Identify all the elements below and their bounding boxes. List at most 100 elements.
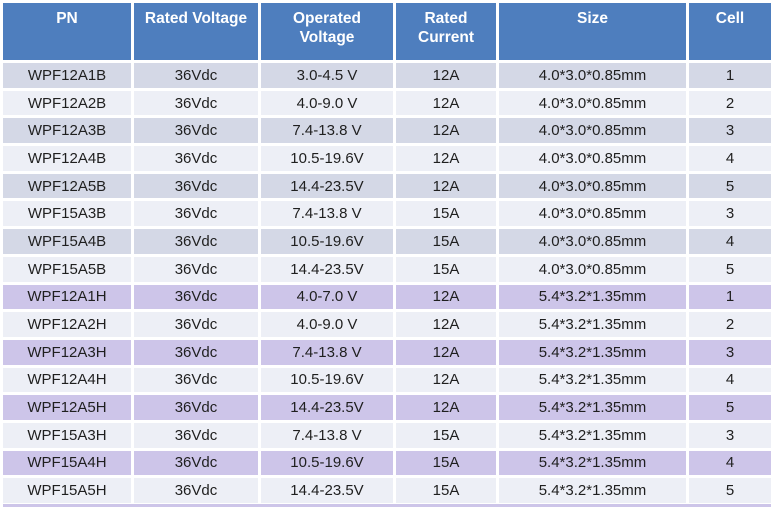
cell-rated-current: 12A [396, 284, 496, 310]
cell-cell: 5 [689, 173, 771, 199]
cell-rated-current: 12A [396, 395, 496, 420]
cell-rated-voltage: 36Vdc [134, 422, 258, 448]
datasheet-page: PN Rated Voltage Operated Voltage Rated … [0, 0, 774, 507]
cell-cell: 5 [689, 256, 771, 282]
column-header-cell: Cell [689, 3, 771, 60]
cell-operated-voltage: 7.4-13.8 V [261, 118, 393, 144]
cell-cell: 5 [689, 395, 771, 420]
table-row: WPF15A3H 36Vdc 7.4-13.8 V 15A 5.4*3.2*1.… [3, 422, 771, 448]
cell-pn: WPF15A5B [3, 256, 131, 282]
cell-size: 4.0*3.0*0.85mm [499, 146, 686, 171]
cell-pn: WPF12A3B [3, 118, 131, 144]
cell-pn: WPF15A4H [3, 450, 131, 476]
column-header-size: Size [499, 3, 686, 60]
cell-rated-voltage: 36Vdc [134, 146, 258, 171]
table-row: WPF12A4B 36Vdc 10.5-19.6V 12A 4.0*3.0*0.… [3, 146, 771, 171]
cell-rated-current: 12A [396, 90, 496, 116]
cell-cell: 3 [689, 201, 771, 227]
table-row: WPF12A3H 36Vdc 7.4-13.8 V 12A 5.4*3.2*1.… [3, 339, 771, 365]
cell-cell: 3 [689, 422, 771, 448]
cell-size: 4.0*3.0*0.85mm [499, 63, 686, 88]
cell-rated-current: 12A [396, 173, 496, 199]
column-header-operated-voltage: Operated Voltage [261, 3, 393, 60]
cell-pn: WPF12A2H [3, 312, 131, 337]
table-row: WPF12A5B 36Vdc 14.4-23.5V 12A 4.0*3.0*0.… [3, 173, 771, 199]
cell-operated-voltage: 7.4-13.8 V [261, 422, 393, 448]
cell-pn: WPF15A5H [3, 478, 131, 503]
cell-rated-current: 15A [396, 229, 496, 254]
cell-rated-current: 15A [396, 201, 496, 227]
cell-operated-voltage: 14.4-23.5V [261, 395, 393, 420]
cell-cell: 4 [689, 367, 771, 393]
cell-rated-voltage: 36Vdc [134, 395, 258, 420]
table-row: WPF12A3B 36Vdc 7.4-13.8 V 12A 4.0*3.0*0.… [3, 118, 771, 144]
table-row: WPF12A5H 36Vdc 14.4-23.5V 12A 5.4*3.2*1.… [3, 395, 771, 420]
cell-rated-current: 12A [396, 118, 496, 144]
cell-operated-voltage: 4.0-9.0 V [261, 312, 393, 337]
cell-size: 4.0*3.0*0.85mm [499, 173, 686, 199]
cell-operated-voltage: 10.5-19.6V [261, 146, 393, 171]
cell-rated-current: 15A [396, 256, 496, 282]
cell-cell: 2 [689, 90, 771, 116]
cell-rated-voltage: 36Vdc [134, 339, 258, 365]
cell-rated-voltage: 36Vdc [134, 118, 258, 144]
cell-operated-voltage: 4.0-7.0 V [261, 284, 393, 310]
cell-rated-voltage: 36Vdc [134, 229, 258, 254]
table-header-row: PN Rated Voltage Operated Voltage Rated … [3, 3, 771, 60]
cell-pn: WPF12A2B [3, 90, 131, 116]
cell-operated-voltage: 10.5-19.6V [261, 367, 393, 393]
cell-rated-voltage: 36Vdc [134, 450, 258, 476]
cell-pn: WPF12A5H [3, 395, 131, 420]
cell-rated-voltage: 36Vdc [134, 201, 258, 227]
cell-operated-voltage: 7.4-13.8 V [261, 201, 393, 227]
cell-rated-voltage: 36Vdc [134, 256, 258, 282]
column-header-pn: PN [3, 3, 131, 60]
cell-pn: WPF12A5B [3, 173, 131, 199]
cell-size: 5.4*3.2*1.35mm [499, 367, 686, 393]
cell-rated-voltage: 36Vdc [134, 284, 258, 310]
table-row: WPF12A1B 36Vdc 3.0-4.5 V 12A 4.0*3.0*0.8… [3, 63, 771, 88]
cell-size: 5.4*3.2*1.35mm [499, 395, 686, 420]
cell-size: 5.4*3.2*1.35mm [499, 450, 686, 476]
table-row: WPF15A4H 36Vdc 10.5-19.6V 15A 5.4*3.2*1.… [3, 450, 771, 476]
column-header-rated-voltage: Rated Voltage [134, 3, 258, 60]
cell-cell: 4 [689, 450, 771, 476]
table-row: WPF12A2B 36Vdc 4.0-9.0 V 12A 4.0*3.0*0.8… [3, 90, 771, 116]
cell-operated-voltage: 14.4-23.5V [261, 256, 393, 282]
cell-rated-current: 12A [396, 312, 496, 337]
cell-operated-voltage: 3.0-4.5 V [261, 63, 393, 88]
cell-operated-voltage: 14.4-23.5V [261, 173, 393, 199]
table-row: WPF15A5B 36Vdc 14.4-23.5V 15A 4.0*3.0*0.… [3, 256, 771, 282]
cell-pn: WPF15A4B [3, 229, 131, 254]
table-row: WPF15A4B 36Vdc 10.5-19.6V 15A 4.0*3.0*0.… [3, 229, 771, 254]
cell-rated-current: 12A [396, 339, 496, 365]
cell-operated-voltage: 7.4-13.8 V [261, 339, 393, 365]
cell-size: 4.0*3.0*0.85mm [499, 118, 686, 144]
cell-pn: WPF12A3H [3, 339, 131, 365]
cell-rated-current: 12A [396, 146, 496, 171]
cell-rated-current: 15A [396, 450, 496, 476]
table-row: WPF12A4H 36Vdc 10.5-19.6V 12A 5.4*3.2*1.… [3, 367, 771, 393]
cell-size: 5.4*3.2*1.35mm [499, 312, 686, 337]
table-body: WPF12A1B 36Vdc 3.0-4.5 V 12A 4.0*3.0*0.8… [3, 63, 771, 503]
cell-cell: 4 [689, 146, 771, 171]
cell-rated-voltage: 36Vdc [134, 478, 258, 503]
cell-size: 5.4*3.2*1.35mm [499, 284, 686, 310]
cell-rated-voltage: 36Vdc [134, 90, 258, 116]
cell-rated-voltage: 36Vdc [134, 312, 258, 337]
cell-size: 4.0*3.0*0.85mm [499, 256, 686, 282]
cell-size: 5.4*3.2*1.35mm [499, 422, 686, 448]
cell-rated-current: 12A [396, 367, 496, 393]
cell-cell: 3 [689, 118, 771, 144]
cell-pn: WPF15A3B [3, 201, 131, 227]
cell-pn: WPF15A3H [3, 422, 131, 448]
cell-cell: 1 [689, 63, 771, 88]
cell-size: 5.4*3.2*1.35mm [499, 478, 686, 503]
cell-cell: 1 [689, 284, 771, 310]
column-header-rated-current: Rated Current [396, 3, 496, 60]
cell-rated-current: 15A [396, 478, 496, 503]
cell-operated-voltage: 4.0-9.0 V [261, 90, 393, 116]
cell-size: 4.0*3.0*0.85mm [499, 201, 686, 227]
cell-pn: WPF12A4H [3, 367, 131, 393]
table-row: WPF12A1H 36Vdc 4.0-7.0 V 12A 5.4*3.2*1.3… [3, 284, 771, 310]
